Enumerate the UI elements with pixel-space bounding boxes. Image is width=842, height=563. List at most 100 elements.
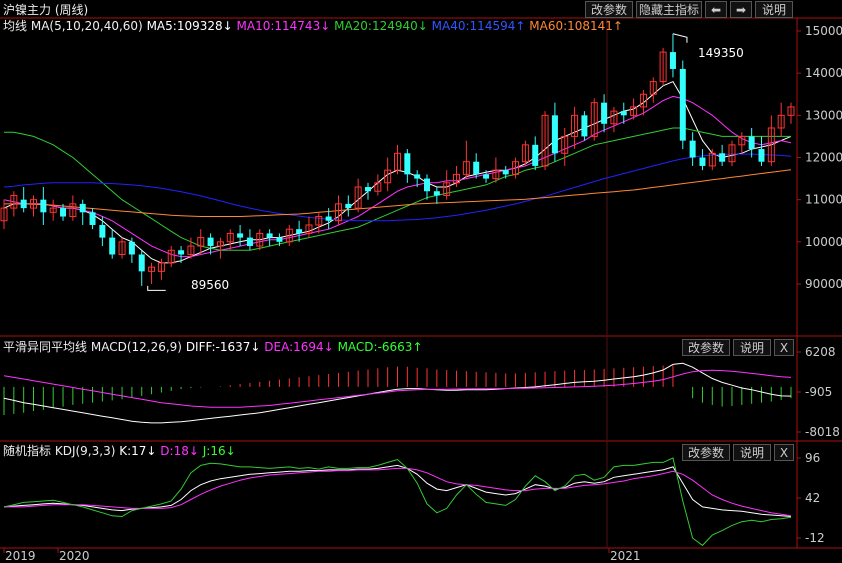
macd-close-button[interactable]: X — [774, 339, 794, 356]
kdj-y-tick-label: 42 — [805, 491, 820, 505]
y-tick-label: 90000 — [805, 277, 842, 291]
candle-body-down — [404, 153, 411, 175]
candle-body-down — [89, 212, 96, 225]
kdj-k-value: K:17↓ — [119, 444, 157, 458]
candle-body-down — [60, 208, 67, 217]
candle-body-down — [551, 115, 558, 154]
macd-params: MACD(12,26,9) — [90, 340, 182, 354]
macd-label: 平滑异同平均线 — [3, 340, 88, 354]
ma-legend: 均线 MA(5,10,20,40,60) MA5:109328↓ MA10:11… — [3, 19, 623, 33]
low-marker — [147, 285, 166, 291]
x-tick-label: 2020 — [59, 549, 90, 563]
macd-y-tick-label: -905 — [805, 385, 832, 399]
candle-body-down — [433, 191, 440, 196]
low-annotation: 89560 — [191, 278, 230, 292]
candles — [0, 33, 795, 291]
y-tick-label: 140000 — [805, 66, 842, 80]
macd-y-tick-label: -8018 — [805, 425, 840, 439]
kdj-y-tick-label: -12 — [805, 531, 825, 545]
kdj-d-line — [4, 467, 792, 517]
ma40-value: MA40:114594↑ — [431, 19, 526, 33]
ma-label: 均线 — [3, 19, 28, 33]
kdj-y-tick-label: 96 — [805, 451, 820, 465]
ma60-value: MA60:108141↑ — [529, 19, 623, 33]
kdj-legend: 随机指标 KDJ(9,3,3) K:17↓ D:18↓ J:16↓ — [3, 444, 236, 458]
kdj-k-line — [3, 464, 792, 517]
candle-body-down — [758, 149, 765, 162]
kdj-params: KDJ(9,3,3) — [54, 444, 116, 458]
kdj-plot — [3, 457, 792, 547]
kdj-label: 随机指标 — [3, 444, 52, 458]
y-tick-label: 110000 — [805, 193, 842, 207]
candle-body-down — [719, 153, 726, 162]
candle-body-down — [325, 216, 332, 221]
macd-macd-value: MACD:-6663↑ — [337, 340, 423, 354]
ma-line-ma60 — [4, 169, 792, 217]
y-tick-label: 120000 — [805, 151, 842, 165]
candle-body-down — [620, 111, 627, 116]
kdj-close-button[interactable]: X — [774, 444, 794, 461]
candle-body-down — [581, 115, 588, 137]
candle-body-down — [79, 203, 86, 213]
candle-body-down — [296, 229, 303, 234]
x-tick-label: 2021 — [610, 549, 641, 563]
candle-body-down — [699, 157, 706, 166]
candle-body-down — [276, 237, 283, 242]
candle-body-down — [689, 140, 696, 158]
candle-body-down — [424, 178, 431, 192]
x-tick-label: 2019 — [5, 549, 36, 563]
y-axis-labels: 150000 140000 130000 120000 110000 100000 9000… — [797, 24, 842, 545]
candle-body-down — [109, 237, 116, 255]
candle-body-down — [40, 199, 47, 213]
help-button[interactable]: 说明 — [755, 1, 793, 18]
high-marker — [672, 33, 688, 43]
macd-help-button[interactable]: 说明 — [733, 339, 771, 356]
hide-main-indicator-button[interactable]: 隐藏主指标 — [636, 1, 702, 18]
chart-title: 沪镍主力 (周线) — [3, 3, 89, 17]
high-annotation: 149350 — [698, 46, 744, 60]
candle-body-down — [532, 144, 539, 166]
candle-body-down — [99, 224, 106, 238]
candle-body-down — [601, 102, 608, 124]
candle-body-down — [483, 174, 490, 179]
candle-body-down — [266, 233, 273, 238]
scroll-left-button[interactable]: ⬅ — [705, 1, 727, 18]
candle-body-down — [246, 237, 253, 247]
ma-params: MA(5,10,20,40,60) — [30, 19, 143, 33]
macd-legend: 平滑异同平均线 MACD(12,26,9) DIFF:-1637↓ DEA:16… — [3, 340, 423, 354]
candle-body-down — [414, 174, 421, 179]
candle-body-down — [237, 233, 244, 238]
candle-body-down — [364, 187, 371, 192]
y-tick-label: 150000 — [805, 24, 842, 38]
modify-params-button[interactable]: 改参数 — [585, 1, 633, 18]
macd-y-tick-label: 6208 — [805, 345, 836, 359]
scroll-right-button[interactable]: ➡ — [730, 1, 752, 18]
kdj-d-value: D:18↓ — [160, 444, 199, 458]
candle-body-down — [128, 241, 135, 255]
macd-diff-value: DIFF:-1637↓ — [185, 340, 261, 354]
grid-lines — [0, 17, 842, 549]
candle-body-down — [20, 199, 27, 209]
candle-body-down — [207, 237, 214, 247]
y-tick-label: 100000 — [805, 235, 842, 249]
candle-body-down — [669, 52, 676, 69]
chart-canvas: 150000 140000 130000 120000 110000 100000 9000… — [0, 17, 842, 563]
macd-plot — [3, 362, 792, 424]
y-tick-label: 130000 — [805, 108, 842, 122]
x-axis-labels: 2019 2020 2021 — [3, 548, 641, 563]
candle-body-down — [502, 170, 509, 175]
ma20-value: MA20:124940↓ — [334, 19, 428, 33]
kdj-help-button[interactable]: 说明 — [733, 444, 771, 461]
candle-body-down — [138, 254, 145, 272]
ma10-value: MA10:114743↓ — [236, 19, 331, 33]
candle-body-down — [345, 203, 352, 209]
candle-body-down — [748, 136, 755, 150]
macd-dea-value: DEA:1694↓ — [264, 340, 334, 354]
candle-body-down — [679, 68, 686, 141]
macd-modify-button[interactable]: 改参数 — [682, 339, 730, 356]
kdj-j-value: J:16↓ — [202, 444, 236, 458]
ma5-value: MA5:109328↓ — [146, 19, 233, 33]
ma-line-ma10 — [3, 95, 792, 258]
candle-body-down — [178, 250, 185, 255]
kdj-modify-button[interactable]: 改参数 — [682, 444, 730, 461]
